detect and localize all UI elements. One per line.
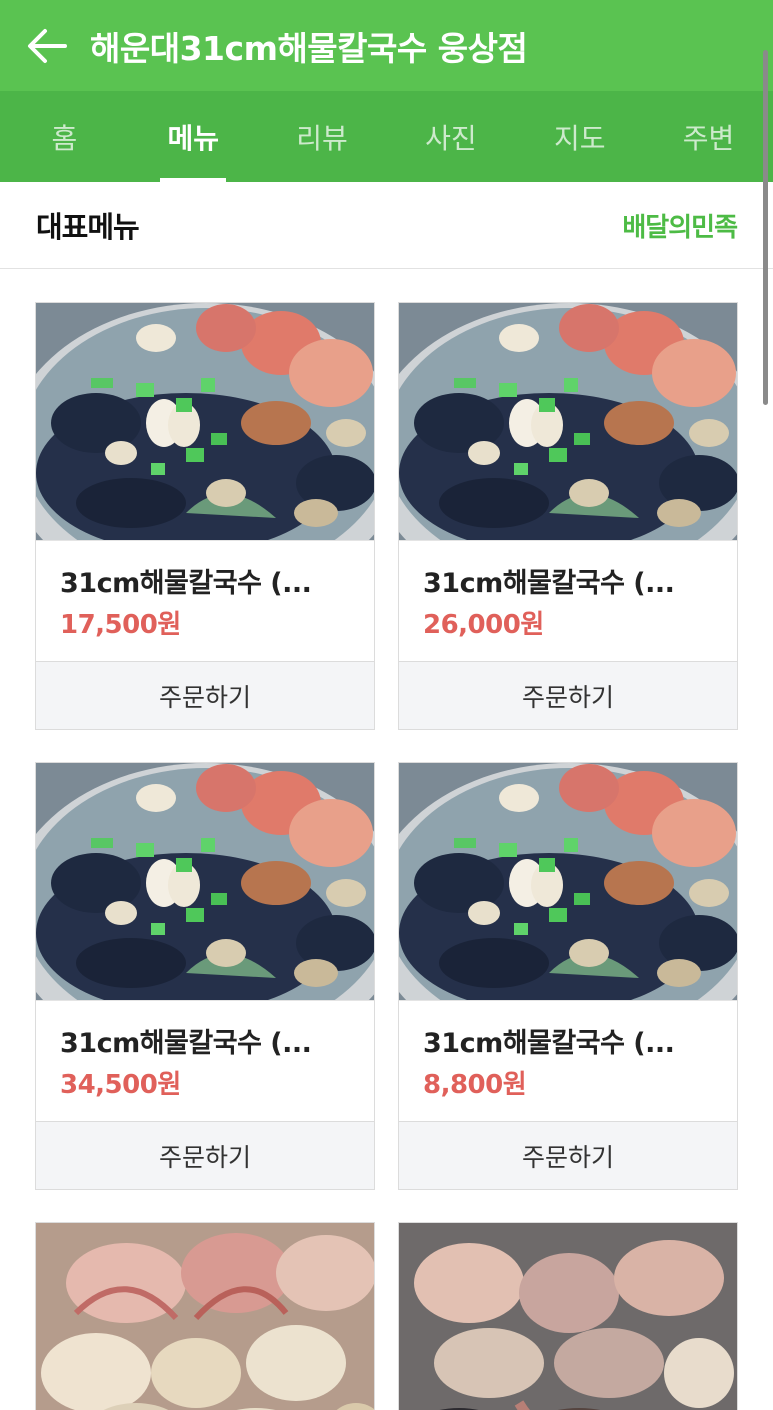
section-title: 대표메뉴 — [36, 210, 140, 244]
menu-price: 17,500원 — [60, 610, 181, 640]
menu-card[interactable] — [35, 1222, 375, 1410]
tab-photos[interactable]: 사진 — [386, 91, 515, 182]
menu-price: 26,000원 — [423, 610, 544, 640]
back-button[interactable] — [0, 0, 94, 91]
order-button[interactable]: 주문하기 — [36, 1121, 374, 1189]
menu-card[interactable]: 31cm해물칼국수 (... 34,500원 주문하기 — [35, 762, 375, 1190]
order-button[interactable]: 주문하기 — [399, 661, 737, 729]
menu-info: 31cm해물칼국수 (... 17,500원 — [36, 540, 374, 661]
menu-name: 31cm해물칼국수 (... — [423, 1028, 675, 1059]
menu-price: 34,500원 — [60, 1070, 181, 1100]
arrow-left-icon — [28, 28, 67, 63]
order-button[interactable]: 주문하기 — [36, 661, 374, 729]
menu-photo — [399, 1223, 737, 1410]
menu-price: 8,800원 — [423, 1070, 527, 1100]
menu-card[interactable]: 31cm해물칼국수 (... 8,800원 주문하기 — [398, 762, 738, 1190]
menu-card[interactable] — [398, 1222, 738, 1410]
order-button[interactable]: 주문하기 — [399, 1121, 737, 1189]
menu-photo — [36, 303, 374, 540]
section-header: 대표메뉴 배달의민족 — [0, 182, 773, 269]
menu-info: 31cm해물칼국수 (... 26,000원 — [399, 540, 737, 661]
menu-name: 31cm해물칼국수 (... — [60, 568, 312, 599]
app-header: 해운대31cm해물칼국수 웅상점 — [0, 0, 773, 91]
menu-photo — [399, 303, 737, 540]
tab-menu[interactable]: 메뉴 — [129, 91, 258, 182]
tab-bar: 홈 메뉴 리뷰 사진 지도 주변 — [0, 91, 773, 182]
page-title: 해운대31cm해물칼국수 웅상점 — [90, 28, 528, 68]
tab-home[interactable]: 홈 — [0, 91, 129, 182]
menu-photo — [399, 763, 737, 1000]
tab-reviews[interactable]: 리뷰 — [258, 91, 387, 182]
menu-name: 31cm해물칼국수 (... — [60, 1028, 312, 1059]
tab-map[interactable]: 지도 — [515, 91, 644, 182]
menu-name: 31cm해물칼국수 (... — [423, 568, 675, 599]
menu-photo — [36, 763, 374, 1000]
delivery-link[interactable]: 배달의민족 — [622, 207, 738, 244]
tab-nearby[interactable]: 주변 — [644, 91, 773, 182]
menu-card[interactable]: 31cm해물칼국수 (... 17,500원 주문하기 — [35, 302, 375, 730]
menu-photo — [36, 1223, 374, 1410]
menu-info: 31cm해물칼국수 (... 8,800원 — [399, 1000, 737, 1121]
menu-card[interactable]: 31cm해물칼국수 (... 26,000원 주문하기 — [398, 302, 738, 730]
scrollbar[interactable] — [763, 50, 768, 405]
menu-info: 31cm해물칼국수 (... 34,500원 — [36, 1000, 374, 1121]
